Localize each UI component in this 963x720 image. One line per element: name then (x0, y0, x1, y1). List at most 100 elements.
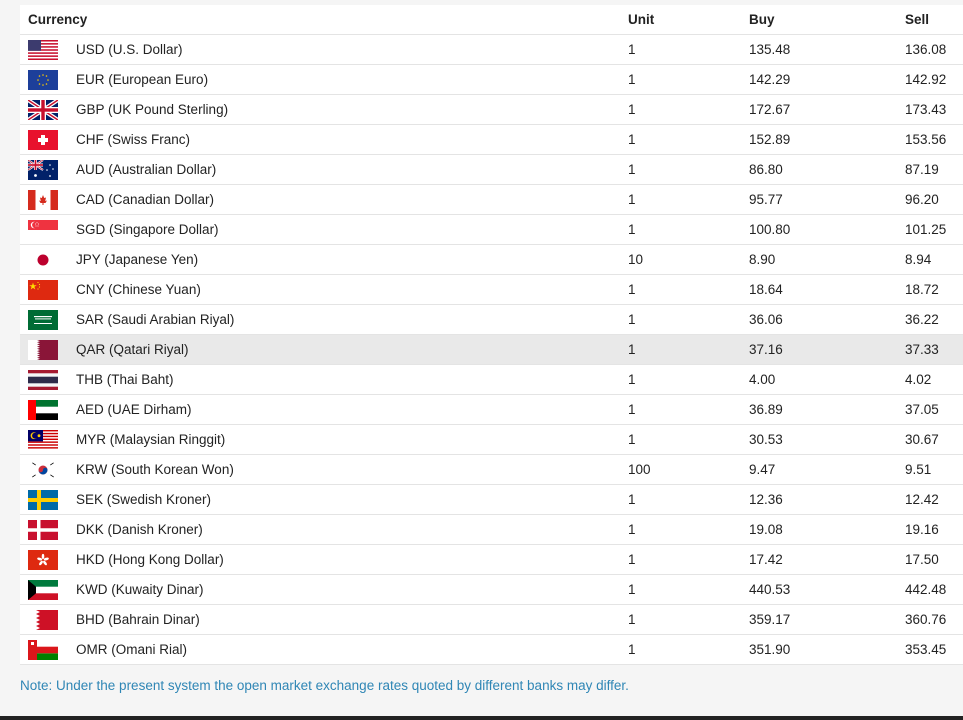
currency-name: HKD (Hong Kong Dollar) (68, 544, 620, 575)
sell-rate: 353.45 (897, 634, 963, 665)
header-sell: Sell (897, 5, 963, 35)
table-row: KWD (Kuwaity Dinar) 1 440.53 442.48 (20, 574, 963, 605)
table-row: HKD (Hong Kong Dollar) 1 17.42 17.50 (20, 544, 963, 575)
buy-rate: 17.42 (741, 544, 897, 575)
eu-flag-icon (28, 69, 58, 90)
currency-name: AUD (Australian Dollar) (68, 154, 620, 185)
sell-rate: 37.05 (897, 394, 963, 425)
unit-value: 1 (620, 64, 741, 95)
table-row: SGD (Singapore Dollar) 1 100.80 101.25 (20, 214, 963, 245)
flag-cell (20, 244, 68, 275)
unit-value: 1 (620, 604, 741, 635)
flag-cell (20, 514, 68, 545)
currency-name: OMR (Omani Rial) (68, 634, 620, 665)
table-row: JPY (Japanese Yen) 10 8.90 8.94 (20, 244, 963, 275)
buy-rate: 172.67 (741, 94, 897, 125)
unit-value: 1 (620, 364, 741, 395)
buy-rate: 142.29 (741, 64, 897, 95)
table-row: BHD (Bahrain Dinar) 1 359.17 360.76 (20, 604, 963, 635)
flag-cell (20, 154, 68, 185)
th-flag-icon (28, 369, 58, 390)
flag-cell (20, 274, 68, 305)
buy-rate: 12.36 (741, 484, 897, 515)
buy-rate: 359.17 (741, 604, 897, 635)
sell-rate: 142.92 (897, 64, 963, 95)
unit-value: 1 (620, 634, 741, 665)
currency-name: CAD (Canadian Dollar) (68, 184, 620, 215)
currency-name: JPY (Japanese Yen) (68, 244, 620, 275)
sell-rate: 12.42 (897, 484, 963, 515)
buy-rate: 30.53 (741, 424, 897, 455)
flag-cell (20, 544, 68, 575)
table-row: THB (Thai Baht) 1 4.00 4.02 (20, 364, 963, 395)
dk-flag-icon (28, 519, 58, 540)
table-header-row: Currency Unit Buy Sell (20, 5, 963, 35)
sell-rate: 101.25 (897, 214, 963, 245)
us-flag-icon (28, 39, 58, 60)
table-row: EUR (European Euro) 1 142.29 142.92 (20, 64, 963, 95)
buy-rate: 4.00 (741, 364, 897, 395)
sa-flag-icon (28, 309, 58, 330)
buy-rate: 152.89 (741, 124, 897, 155)
table-row: QAR (Qatari Riyal) 1 37.16 37.33 (20, 334, 963, 365)
page-bottom-border (0, 716, 963, 720)
unit-value: 1 (620, 484, 741, 515)
sell-rate: 4.02 (897, 364, 963, 395)
unit-value: 1 (620, 574, 741, 605)
unit-value: 1 (620, 394, 741, 425)
unit-value: 1 (620, 514, 741, 545)
unit-value: 1 (620, 184, 741, 215)
unit-value: 1 (620, 304, 741, 335)
unit-value: 1 (620, 544, 741, 575)
table-row: AED (UAE Dirham) 1 36.89 37.05 (20, 394, 963, 425)
flag-cell (20, 634, 68, 665)
sell-rate: 36.22 (897, 304, 963, 335)
buy-rate: 100.80 (741, 214, 897, 245)
currency-name: SAR (Saudi Arabian Riyal) (68, 304, 620, 335)
unit-value: 1 (620, 334, 741, 365)
buy-rate: 440.53 (741, 574, 897, 605)
kr-flag-icon (28, 459, 58, 480)
ca-flag-icon (28, 189, 58, 210)
currency-name: SEK (Swedish Kroner) (68, 484, 620, 515)
table-row: USD (U.S. Dollar) 1 135.48 136.08 (20, 34, 963, 65)
jp-flag-icon (28, 249, 58, 270)
currency-name: MYR (Malaysian Ringgit) (68, 424, 620, 455)
table-row: SEK (Swedish Kroner) 1 12.36 12.42 (20, 484, 963, 515)
sell-rate: 37.33 (897, 334, 963, 365)
flag-cell (20, 34, 68, 65)
disclaimer-note: Note: Under the present system the open … (20, 678, 629, 693)
sell-rate: 19.16 (897, 514, 963, 545)
unit-value: 1 (620, 424, 741, 455)
buy-rate: 37.16 (741, 334, 897, 365)
unit-value: 1 (620, 124, 741, 155)
header-buy: Buy (741, 5, 897, 35)
sell-rate: 17.50 (897, 544, 963, 575)
buy-rate: 351.90 (741, 634, 897, 665)
exchange-rates-panel: Currency Unit Buy Sell USD (U.S. Dollar)… (0, 0, 963, 720)
sell-rate: 18.72 (897, 274, 963, 305)
flag-cell (20, 94, 68, 125)
sell-rate: 9.51 (897, 454, 963, 485)
unit-value: 10 (620, 244, 741, 275)
buy-rate: 9.47 (741, 454, 897, 485)
currency-name: THB (Thai Baht) (68, 364, 620, 395)
flag-cell (20, 424, 68, 455)
flag-cell (20, 184, 68, 215)
header-unit: Unit (620, 5, 741, 35)
currency-name: KWD (Kuwaity Dinar) (68, 574, 620, 605)
ae-flag-icon (28, 399, 58, 420)
unit-value: 1 (620, 94, 741, 125)
flag-cell (20, 484, 68, 515)
table-row: MYR (Malaysian Ringgit) 1 30.53 30.67 (20, 424, 963, 455)
cn-flag-icon (28, 279, 58, 300)
buy-rate: 135.48 (741, 34, 897, 65)
unit-value: 1 (620, 34, 741, 65)
buy-rate: 19.08 (741, 514, 897, 545)
currency-name: CNY (Chinese Yuan) (68, 274, 620, 305)
buy-rate: 86.80 (741, 154, 897, 185)
buy-rate: 36.06 (741, 304, 897, 335)
flag-cell (20, 574, 68, 605)
sell-rate: 442.48 (897, 574, 963, 605)
hk-flag-icon (28, 549, 58, 570)
